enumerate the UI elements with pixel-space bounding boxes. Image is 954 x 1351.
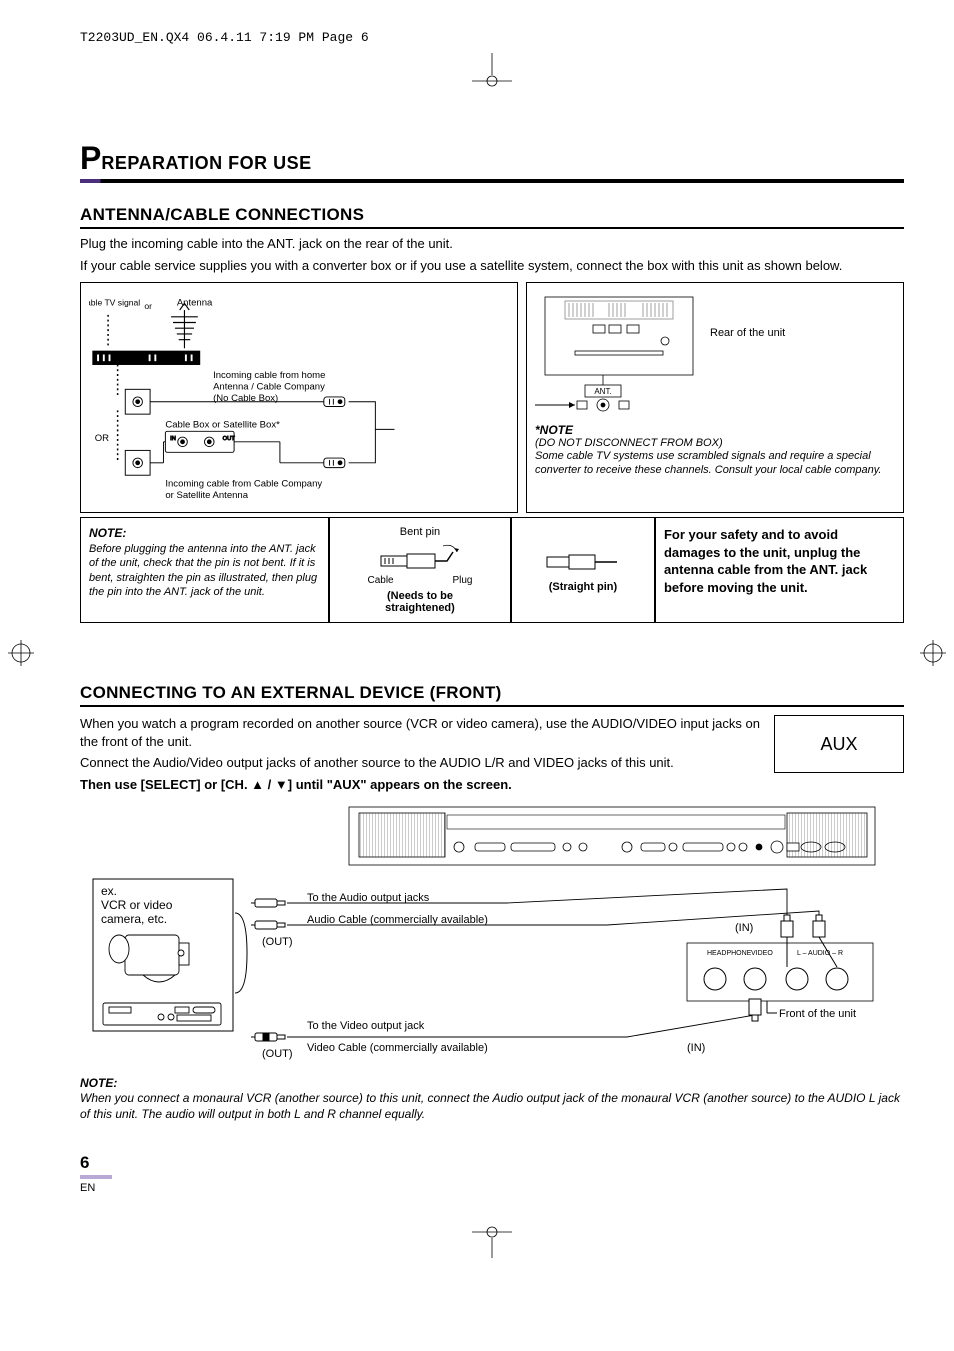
straight-pin-icon — [543, 547, 623, 575]
svg-text:HEADPHONE: HEADPHONE — [707, 950, 752, 957]
note-cell-4: For your safety and to avoid damages to … — [655, 517, 904, 623]
svg-text:(No Cable Box): (No Cable Box) — [213, 393, 278, 404]
tv-front-icon — [349, 807, 875, 865]
rca-plug-in-icon-2 — [813, 915, 825, 937]
section1-intro2: If your cable service supplies you with … — [80, 257, 904, 275]
coax-plug-icon-2 — [324, 458, 345, 468]
rca-plug-icon-1 — [251, 899, 285, 907]
rca-plug-icon-2 — [251, 921, 285, 929]
rca-plug-in-icon-1 — [781, 915, 793, 937]
safety-text: For your safety and to avoid damages to … — [664, 526, 895, 596]
svg-text:To the Video output jack: To the Video output jack — [307, 1020, 425, 1032]
section2-heading: CONNECTING TO AN EXTERNAL DEVICE (FRONT) — [80, 683, 904, 707]
svg-text:Antenna / Cable Company: Antenna / Cable Company — [213, 381, 325, 392]
svg-text:(IN): (IN) — [687, 1042, 705, 1054]
section2-p3: Then use [SELECT] or [CH. ▲ / ▼] until "… — [80, 776, 904, 794]
svg-text:L – AUDIO – R: L – AUDIO – R — [797, 950, 843, 957]
svg-text:camera, etc.: camera, etc. — [101, 912, 167, 926]
print-header: T2203UD_EN.QX4 06.4.11 7:19 PM Page 6 — [80, 30, 904, 45]
splitter-icon — [93, 351, 200, 364]
ant-jack-icon — [577, 399, 629, 411]
section1-heading: ANTENNA/CABLE CONNECTIONS — [80, 205, 904, 229]
crop-mark-bottom — [80, 1224, 904, 1261]
bent-pin-icon — [375, 538, 465, 572]
label-cable-tv: Cable TV signal — [89, 297, 140, 307]
svg-text:Rear of the unit: Rear of the unit — [710, 327, 785, 339]
unit-rear-icon — [545, 297, 693, 375]
svg-text:or Satellite Antenna: or Satellite Antenna — [165, 490, 248, 501]
svg-text:Front of the unit: Front of the unit — [779, 1008, 856, 1020]
svg-text:Incoming cable from home: Incoming cable from home — [213, 370, 325, 381]
down-triangle-icon: ▼ — [275, 777, 288, 792]
note-body: Some cable TV systems use scrambled sign… — [535, 449, 895, 478]
label-or1: or — [144, 301, 152, 311]
svg-text:Incoming cable from Cable Comp: Incoming cable from Cable Company — [165, 479, 322, 490]
registration-mark-left — [8, 640, 34, 669]
section1-intro1: Plug the incoming cable into the ANT. ja… — [80, 235, 904, 253]
aux-indicator-box: AUX — [774, 715, 904, 773]
svg-text:VCR or video: VCR or video — [101, 898, 173, 912]
note-head: NOTE: — [89, 526, 320, 540]
antenna-diagram-left: Cable TV signal or Antenna — [80, 282, 518, 513]
external-device-diagram: ex. VCR or video camera, etc. — [80, 803, 904, 1063]
svg-text:VIDEO: VIDEO — [751, 950, 773, 957]
aux-label: AUX — [820, 734, 857, 755]
rca-plug-icon-3 — [251, 1033, 285, 1041]
page-number: 6 EN — [80, 1153, 904, 1194]
svg-text:IN: IN — [170, 436, 176, 442]
title-underline — [80, 179, 904, 183]
note-cell-3: (Straight pin) — [511, 517, 655, 623]
cable-box-icon: IN OUT — [165, 431, 235, 452]
svg-text:ex.: ex. — [101, 884, 117, 898]
note-line1: (DO NOT DISCONNECT FROM BOX) — [535, 437, 895, 449]
antenna-diagram-right: Rear of the unit ANT. *NOTE (DO NOT DISC… — [526, 282, 904, 513]
svg-text:(OUT): (OUT) — [262, 1048, 293, 1060]
note-cell-1: NOTE: Before plugging the antenna into t… — [80, 517, 329, 623]
svg-text:To the Audio output jacks: To the Audio output jacks — [307, 892, 430, 904]
note-asterisk-head: *NOTE — [535, 423, 895, 437]
crop-mark-top — [80, 53, 904, 90]
svg-text:(OUT): (OUT) — [262, 936, 293, 948]
section2-note-body: When you connect a monaural VCR (another… — [80, 1090, 904, 1122]
svg-text:ANT.: ANT. — [594, 387, 611, 396]
svg-text:Video Cable (commercially avai: Video Cable (commercially available) — [307, 1042, 488, 1054]
note-body-text: Before plugging the antenna into the ANT… — [89, 542, 320, 599]
title-text: REPARATION FOR USE — [101, 153, 311, 174]
svg-text:Audio Cable (commercially avai: Audio Cable (commercially available) — [307, 914, 488, 926]
svg-text:(IN): (IN) — [735, 922, 753, 934]
vcr-icon — [103, 1003, 221, 1025]
registration-mark-right — [920, 640, 946, 669]
antenna-icon — [171, 304, 198, 349]
up-triangle-icon: ▲ — [251, 777, 264, 792]
coax-plug-icon-1 — [324, 397, 345, 407]
title-dropcap: P — [80, 140, 101, 177]
svg-text:Cable Box or Satellite Box*: Cable Box or Satellite Box* — [165, 420, 280, 431]
wallplate-icon-2 — [125, 451, 150, 476]
svg-text:OR: OR — [95, 433, 109, 444]
rca-plug-in-icon-3 — [749, 999, 761, 1021]
wallplate-icon-1 — [125, 389, 150, 414]
svg-text:OUT: OUT — [223, 436, 236, 442]
page-title: P REPARATION FOR USE — [80, 140, 904, 177]
camera-icon — [109, 935, 189, 982]
note-cell-2: Bent pin Cable Plug (Needs to bestraight… — [329, 517, 511, 623]
section2-note-head: NOTE: — [80, 1076, 904, 1090]
